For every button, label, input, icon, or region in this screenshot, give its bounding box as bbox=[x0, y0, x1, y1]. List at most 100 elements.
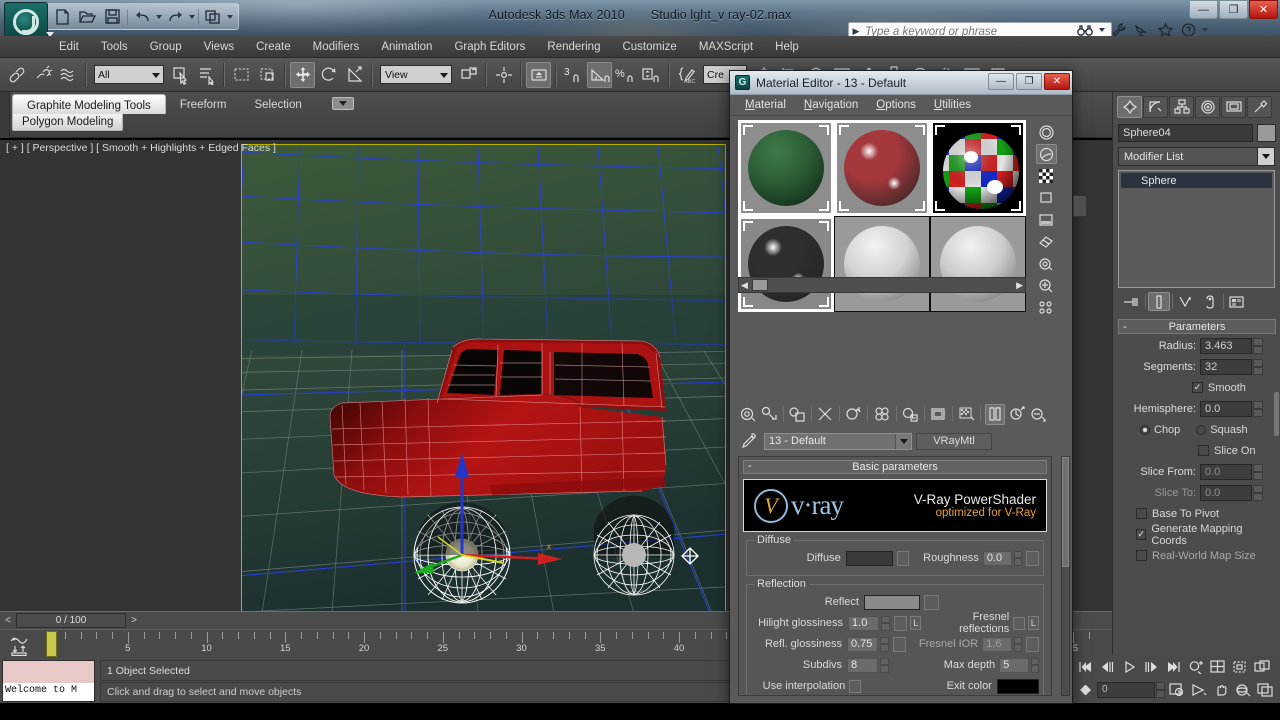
previous-frame-icon[interactable] bbox=[1097, 656, 1118, 677]
object-name-field[interactable]: Sphere04 bbox=[1118, 124, 1253, 142]
snaps-toggle-icon[interactable] bbox=[526, 61, 551, 88]
remove-modifier-icon[interactable] bbox=[1199, 292, 1221, 311]
object-color-swatch[interactable] bbox=[1257, 124, 1276, 142]
background-checker-icon[interactable] bbox=[1036, 166, 1057, 186]
material-slot-scrollbar[interactable]: ◀ ▶ bbox=[738, 277, 1026, 293]
sample-uv-tiling-icon[interactable] bbox=[1036, 188, 1057, 208]
modifier-stack[interactable]: Sphere bbox=[1118, 170, 1275, 288]
radius-field[interactable]: 3.463 bbox=[1200, 337, 1252, 354]
roughness-field[interactable]: 0.0 bbox=[982, 550, 1012, 566]
undo-icon[interactable] bbox=[131, 6, 154, 27]
redo-icon[interactable] bbox=[164, 6, 187, 27]
sample-type-sphere-icon[interactable] bbox=[1036, 122, 1057, 142]
go-to-parent-icon[interactable] bbox=[1007, 404, 1026, 425]
select-and-rotate-icon[interactable] bbox=[316, 62, 341, 88]
chevron-down-icon[interactable] bbox=[1257, 148, 1274, 165]
slice-from-spinner[interactable] bbox=[1253, 463, 1263, 480]
pick-material-from-object-icon[interactable] bbox=[738, 432, 760, 450]
slice-on-checkbox[interactable] bbox=[1198, 445, 1209, 456]
binoculars-icon[interactable] bbox=[1076, 21, 1094, 36]
next-frame-arrow[interactable]: > bbox=[126, 613, 142, 629]
base-to-pivot-checkbox[interactable] bbox=[1136, 508, 1147, 519]
field-of-view-icon[interactable] bbox=[1188, 679, 1209, 700]
slot-scroll-left-icon[interactable]: ◀ bbox=[741, 280, 748, 291]
menu-item-graph-editors[interactable]: Graph Editors bbox=[443, 39, 536, 55]
modifier-list-dropdown[interactable]: Modifier List bbox=[1118, 147, 1275, 166]
video-color-check-icon[interactable] bbox=[1036, 210, 1057, 230]
basic-parameters-header[interactable]: - Basic parameters bbox=[743, 460, 1047, 474]
select-object-icon[interactable] bbox=[168, 62, 193, 88]
slice-to-spinner[interactable] bbox=[1253, 484, 1263, 501]
help-dropdown-icon[interactable] bbox=[1202, 28, 1208, 32]
menu-item-group[interactable]: Group bbox=[139, 39, 193, 55]
orbit-view-icon[interactable] bbox=[1232, 679, 1253, 700]
reflect-color-swatch[interactable] bbox=[864, 594, 920, 610]
qat-customize-icon[interactable] bbox=[227, 14, 233, 19]
configure-modifier-sets-icon[interactable] bbox=[1226, 292, 1248, 311]
go-to-start-icon[interactable] bbox=[1075, 656, 1096, 677]
redo-dropdown-icon[interactable] bbox=[189, 14, 195, 19]
save-file-icon[interactable] bbox=[101, 6, 124, 27]
open-mini-curve-editor-icon[interactable] bbox=[6, 632, 34, 658]
squash-radio[interactable] bbox=[1196, 424, 1207, 435]
material-type-button[interactable]: VRayMtl bbox=[916, 432, 992, 450]
key-mode-toggle-icon[interactable] bbox=[1075, 679, 1096, 700]
restore-button[interactable]: ❐ bbox=[1219, 0, 1248, 19]
utilities-tab-icon[interactable] bbox=[1247, 96, 1272, 118]
zoom-icon[interactable] bbox=[1185, 656, 1206, 677]
menu-item-tools[interactable]: Tools bbox=[90, 39, 139, 55]
put-material-to-scene-icon[interactable] bbox=[759, 404, 778, 425]
reflection-exit-color-swatch[interactable] bbox=[996, 678, 1039, 694]
material-slot-3[interactable] bbox=[930, 120, 1026, 216]
make-preview-icon[interactable] bbox=[1036, 232, 1057, 252]
menu-item-create[interactable]: Create bbox=[245, 39, 302, 55]
reflection-max-depth-spinner[interactable] bbox=[1030, 657, 1040, 673]
hemisphere-field[interactable]: 0.0 bbox=[1200, 400, 1252, 417]
listener-output-pane[interactable] bbox=[3, 661, 94, 683]
show-end-result-icon[interactable] bbox=[1148, 292, 1170, 311]
search-dropdown-icon[interactable]: ▶ bbox=[849, 26, 863, 36]
material-slot-4[interactable] bbox=[738, 216, 834, 312]
ribbon-tab-selection[interactable]: Selection bbox=[240, 94, 315, 114]
material-name-field[interactable]: 13 - Default bbox=[764, 432, 912, 450]
me-restore-button[interactable]: ❐ bbox=[1016, 73, 1042, 90]
reflection-subdivs-field[interactable]: 8 bbox=[847, 657, 879, 673]
select-and-move-icon[interactable] bbox=[290, 61, 315, 88]
listener-input-pane[interactable]: Welcome to M bbox=[3, 683, 94, 701]
current-frame-input[interactable]: 0 bbox=[1097, 681, 1155, 698]
refl-glossiness-field[interactable]: 0.75 bbox=[847, 636, 879, 652]
viewport-resize-handle[interactable] bbox=[1073, 195, 1087, 217]
fresnel-ior-field[interactable]: 1.6 bbox=[982, 636, 1012, 652]
percent-snap-toggle-icon[interactable]: % bbox=[613, 62, 638, 88]
prev-frame-arrow[interactable]: < bbox=[0, 613, 16, 629]
fresnel-ior-spinner[interactable] bbox=[1013, 636, 1023, 652]
zoom-all-icon[interactable] bbox=[1207, 656, 1228, 677]
radius-spinner[interactable] bbox=[1253, 337, 1263, 354]
favorites-star-icon[interactable] bbox=[1156, 21, 1174, 36]
fresnel-ior-map-button[interactable] bbox=[1026, 636, 1039, 652]
select-and-scale-icon[interactable] bbox=[342, 62, 367, 88]
me-menu-utilities[interactable]: Utilities bbox=[925, 97, 980, 113]
slot-scroll-thumb[interactable] bbox=[751, 279, 768, 291]
select-by-name-icon[interactable] bbox=[194, 62, 219, 88]
material-slot-5[interactable] bbox=[834, 216, 930, 312]
undo-dropdown-icon[interactable] bbox=[156, 14, 162, 19]
me-menu-navigation[interactable]: Navigation bbox=[795, 97, 867, 113]
select-by-material-icon[interactable] bbox=[1036, 276, 1057, 296]
assign-material-to-selection-icon[interactable] bbox=[788, 404, 807, 425]
rectangular-selection-region-icon[interactable] bbox=[229, 62, 254, 88]
reflection-max-depth-field[interactable]: 5 bbox=[999, 657, 1029, 673]
use-interpolation-checkbox[interactable] bbox=[849, 679, 861, 693]
show-end-result-toggle-icon[interactable] bbox=[985, 403, 1006, 425]
diffuse-map-button[interactable] bbox=[896, 550, 910, 566]
material-slot-1[interactable] bbox=[738, 120, 834, 216]
roughness-map-button[interactable] bbox=[1026, 550, 1040, 566]
select-and-link-icon[interactable] bbox=[4, 62, 29, 88]
generate-mapping-checkbox[interactable]: ✓ bbox=[1136, 529, 1147, 540]
stack-item-sphere[interactable]: Sphere bbox=[1121, 173, 1272, 188]
material-editor-titlebar[interactable]: G Material Editor - 13 - Default — ❐ ✕ bbox=[730, 71, 1072, 95]
satellite-dish-icon[interactable] bbox=[1133, 21, 1151, 36]
hilight-glossiness-spinner[interactable] bbox=[881, 615, 890, 631]
spinner-snap-toggle-icon[interactable] bbox=[639, 62, 664, 88]
menu-item-help[interactable]: Help bbox=[764, 39, 810, 55]
